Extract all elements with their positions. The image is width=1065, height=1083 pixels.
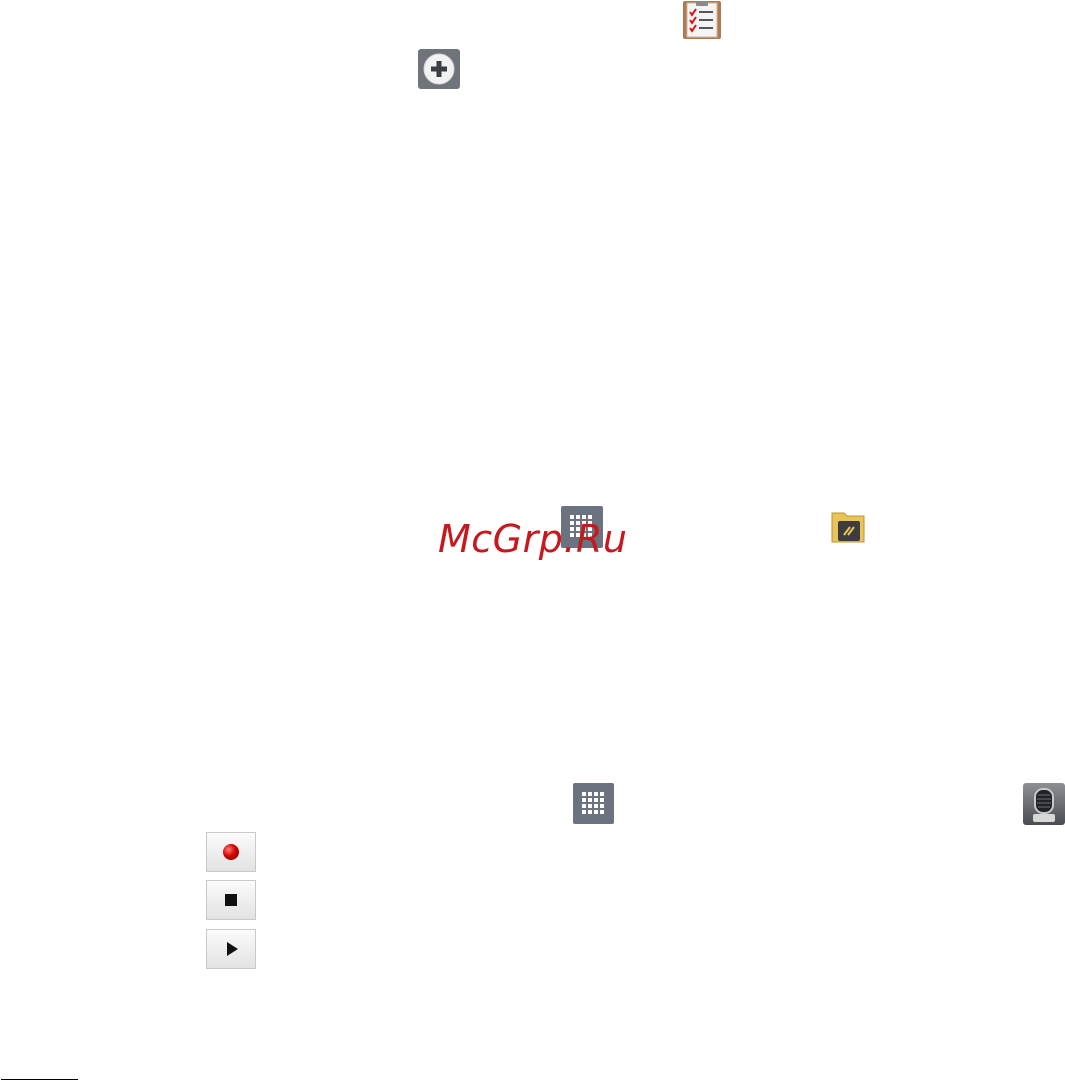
notes-folder-icon xyxy=(829,507,867,544)
apps-grid-icon xyxy=(573,783,614,824)
play-button[interactable] xyxy=(206,929,256,969)
stop-button[interactable] xyxy=(206,880,256,920)
stop-square-icon xyxy=(225,894,237,906)
checklist-icon xyxy=(682,0,722,40)
microphone-icon xyxy=(1023,783,1065,825)
plus-circle-icon xyxy=(418,49,460,89)
play-triangle-icon xyxy=(227,942,238,956)
footnote-separator xyxy=(1,1079,78,1080)
record-button[interactable] xyxy=(206,832,256,872)
watermark-text: McGrp.Ru xyxy=(438,517,628,561)
record-dot-icon xyxy=(223,844,239,860)
